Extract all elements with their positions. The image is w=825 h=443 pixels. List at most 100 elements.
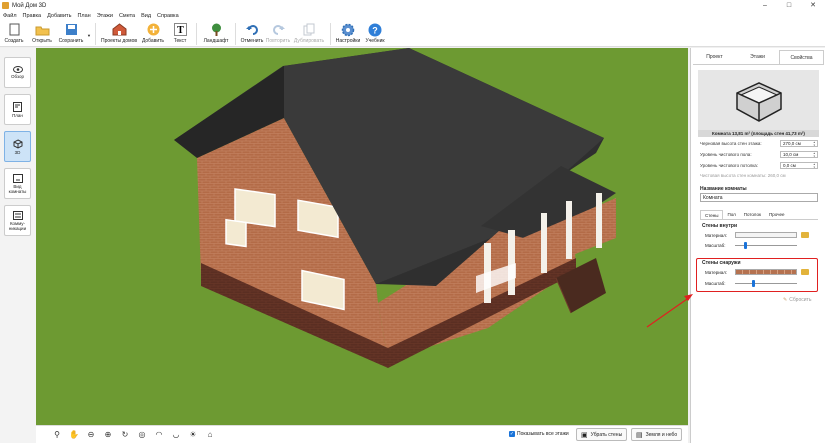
gear-icon	[340, 22, 356, 37]
subtab-ceiling[interactable]: Потолок	[740, 210, 765, 219]
rotate-icon[interactable]: ↻	[118, 429, 132, 440]
save-icon	[63, 22, 79, 37]
clean-height-info: Чистовая высота стен комнаты: 260,0 см	[700, 172, 786, 178]
menu-file[interactable]: Файл	[3, 13, 17, 19]
zoom-out-icon[interactable]: ⊖	[84, 429, 98, 440]
zoom-in-icon[interactable]: ⊕	[101, 429, 115, 440]
save-button[interactable]: Сохранить	[56, 20, 86, 47]
sidebar-item-3d[interactable]: 3D	[4, 131, 31, 162]
tab-project[interactable]: Проект	[693, 50, 736, 64]
wall-height-input[interactable]: 270,0 см	[780, 139, 818, 147]
room-box-icon	[735, 82, 782, 122]
floor-level-input[interactable]: 10,0 см	[780, 150, 818, 158]
sidebar-item-room-view[interactable]: Вид комнаты	[4, 168, 31, 199]
help-icon: ?	[367, 22, 383, 37]
room-view-icon	[12, 173, 23, 183]
chevron-down-icon: ▼	[87, 33, 91, 38]
inside-material-swatch[interactable]	[735, 232, 797, 238]
minimize-button[interactable]: –	[753, 0, 777, 11]
checkbox-checked-icon: ✓	[509, 431, 515, 437]
sidebar-item-plan[interactable]: План	[4, 94, 31, 125]
view-sidebar: Обзор План 3D Вид комнаты Комму- никации	[0, 48, 36, 443]
text-button[interactable]: T Текст	[167, 20, 193, 47]
light-icon[interactable]: ☀	[186, 429, 200, 440]
house-3d-model	[174, 48, 616, 368]
room-caption: Комната 13,81 m² (площадь стен 41,73 m²)	[698, 130, 819, 137]
create-button[interactable]: Создать	[0, 20, 28, 47]
home-icon[interactable]: ⌂	[203, 429, 217, 440]
projects-button[interactable]: Проекты домов	[99, 20, 139, 47]
ceiling-level-input[interactable]: 0,0 см	[780, 161, 818, 169]
tutorial-button[interactable]: ? Учебник	[362, 20, 388, 47]
subtab-floor[interactable]: Пол	[723, 210, 739, 219]
window-title: Мой Дом 3D	[12, 2, 47, 9]
svg-text:?: ?	[372, 25, 378, 35]
subtab-walls[interactable]: Стены	[700, 210, 724, 219]
menu-estimate[interactable]: Смета	[119, 13, 135, 19]
add-button[interactable]: Добавить	[139, 20, 167, 47]
sidebar-item-communications[interactable]: Комму- никации	[4, 205, 31, 236]
save-dropdown[interactable]: ▼	[86, 20, 92, 47]
walls-icon: ▣	[581, 431, 588, 439]
redo-icon	[270, 22, 286, 37]
undo-button[interactable]: Отменить	[239, 20, 265, 47]
walk-icon[interactable]: ⚲	[50, 429, 64, 440]
panel-tabs: Проект Этажи Свойства	[693, 50, 824, 65]
slider-thumb[interactable]	[743, 241, 747, 249]
show-all-floors-checkbox[interactable]: ✓ Показывать все этажи	[509, 431, 569, 437]
duplicate-button[interactable]: Дублировать	[291, 20, 327, 47]
prop-wall-height: Черновая высота стен этажа: 270,0 см	[700, 139, 818, 147]
prop-ceiling-level: Уровень чистового потолка: 0,0 см	[700, 161, 818, 169]
hand-icon[interactable]: ✋	[67, 429, 81, 440]
tab-floors[interactable]: Этажи	[736, 50, 779, 64]
prop-floor-level: Уровень чистового пола: 10,0 см	[700, 150, 818, 158]
undo-icon	[244, 22, 260, 37]
folder-icon[interactable]	[801, 232, 809, 238]
toolbar-divider	[95, 23, 96, 45]
menu-view[interactable]: Вид	[141, 13, 151, 19]
maximize-button[interactable]: □	[777, 0, 801, 11]
landscape-button[interactable]: Ландшафт	[200, 20, 232, 47]
app-icon	[2, 2, 9, 9]
reset-button[interactable]: ✎ Сбросить	[783, 297, 811, 303]
brush-icon: ✎	[783, 297, 788, 303]
outside-walls-highlight	[696, 258, 818, 292]
material-subtabs: Стены Пол Потолок Прочее	[700, 210, 818, 220]
menu-edit[interactable]: Правка	[23, 13, 42, 19]
remove-walls-button[interactable]: ▣ Убрать стены	[576, 428, 628, 441]
toolbar: Создать Открыть Сохранить ▼ Проекты домо…	[0, 20, 825, 47]
tilt-up-icon[interactable]: ◠	[152, 429, 166, 440]
toolbar-divider	[235, 23, 236, 45]
sidebar-item-overview[interactable]: Обзор	[4, 57, 31, 88]
folder-icon	[34, 22, 50, 37]
landscape-icon: ▤	[636, 431, 643, 439]
menu-plan[interactable]: План	[77, 13, 90, 19]
communications-icon	[12, 210, 23, 220]
close-button[interactable]: ✕	[801, 0, 825, 11]
orbit-icon[interactable]: ◎	[135, 429, 149, 440]
settings-button[interactable]: Настройки	[334, 20, 362, 47]
room-name-input[interactable]: Комната	[700, 193, 818, 202]
menu-add[interactable]: Добавить	[47, 13, 71, 19]
subtab-other[interactable]: Прочее	[765, 210, 789, 219]
title-bar: Мой Дом 3D – □ ✕	[0, 0, 825, 11]
menu-floors[interactable]: Этажи	[97, 13, 113, 19]
house-icon	[111, 22, 127, 37]
tab-properties[interactable]: Свойства	[779, 50, 824, 64]
toolbar-divider	[330, 23, 331, 45]
ground-sky-button[interactable]: ▤ Земля и небо	[631, 428, 683, 441]
inside-scale-row: Масштаб:	[705, 241, 817, 249]
inside-scale-slider[interactable]	[735, 241, 797, 249]
tilt-down-icon[interactable]: ◡	[169, 429, 183, 440]
walls-inside-title: Стены внутри	[702, 223, 738, 229]
open-button[interactable]: Открыть	[28, 20, 56, 47]
view-controls: ⚲ ✋ ⊖ ⊕ ↻ ◎ ◠ ◡ ☀ ⌂	[50, 429, 220, 440]
menu-help[interactable]: Справка	[157, 13, 179, 19]
3d-viewport[interactable]	[36, 48, 688, 425]
menu-bar: Файл Правка Добавить План Этажи Смета Ви…	[0, 11, 825, 20]
new-file-icon	[6, 22, 22, 37]
room-preview	[698, 70, 819, 130]
room-name-title: Название комнаты	[700, 186, 747, 192]
properties-panel: Проект Этажи Свойства Комната 13,81 m² (…	[690, 48, 825, 443]
redo-button[interactable]: Повторить	[265, 20, 291, 47]
